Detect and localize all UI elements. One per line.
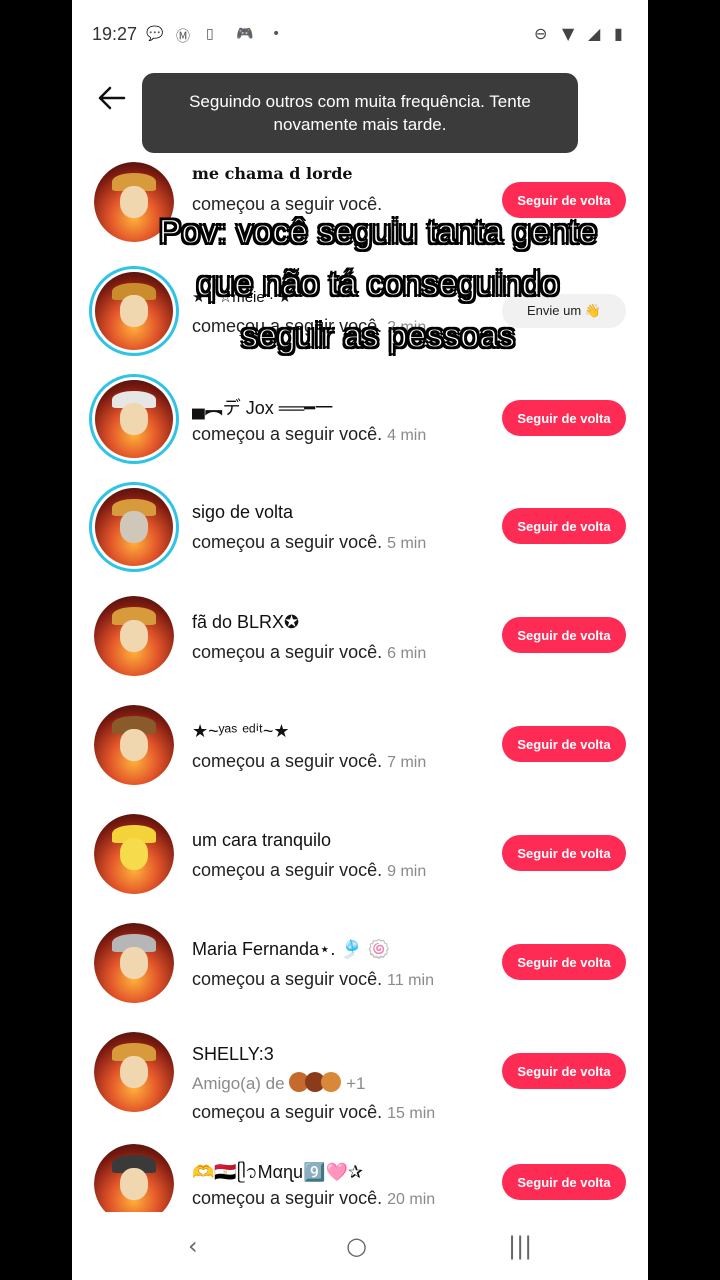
phone-screen: 19:27 💬 Ⓜ ▯ 🎮 • ⊖ ▼ ◢ ▮ me chama d lorde… — [72, 0, 648, 1280]
follow-back-button[interactable]: Seguir de volta — [502, 400, 626, 436]
caption-overlay: Pov: você seguiu tanta gente que não tá … — [72, 206, 648, 362]
avatar[interactable] — [89, 482, 179, 572]
list-item[interactable]: ★~ʸᵃˢ ᵉᵈⁱᵗ~★ começou a seguir você. 7 mi… — [72, 701, 648, 809]
follow-back-button[interactable]: Seguir de volta — [502, 1164, 626, 1200]
activity-text: começou a seguir você. 6 min — [192, 642, 427, 662]
battery-icon: ▮ — [614, 24, 623, 43]
username[interactable]: me chama d lorde — [192, 164, 353, 183]
motorola-icon: Ⓜ — [176, 29, 190, 45]
chat-bubble-icon: 💬 — [146, 26, 164, 42]
activity-text: começou a seguir você. 9 min — [192, 860, 427, 880]
back-triangle-icon[interactable]: ‹ — [188, 1232, 198, 1260]
follow-back-button[interactable]: Seguir de volta — [502, 508, 626, 544]
status-time: 19:27 — [92, 24, 138, 44]
gamepad-icon: 🎮 — [236, 26, 254, 42]
follow-back-button[interactable]: Seguir de volta — [502, 835, 626, 871]
recents-icon[interactable]: ||| — [508, 1232, 532, 1260]
list-item[interactable]: SHELLY:3 Amigo(a) de +1 começou a seguir… — [72, 1028, 648, 1136]
caption-line: que não tá conseguindo — [196, 264, 560, 304]
dot-icon: • — [272, 26, 281, 42]
caption-line: seguir as pessoas — [240, 316, 516, 356]
list-item[interactable]: fã do BLRX✪ começou a seguir você. 6 min… — [72, 592, 648, 700]
toast-text: Seguindo outros com muita frequência. Te… — [189, 92, 531, 134]
activity-text: começou a seguir você. 5 min — [192, 532, 427, 552]
mutual-avatars — [289, 1072, 342, 1097]
username[interactable]: ▄︻デ Jox ══━一 — [192, 394, 333, 420]
avatar[interactable] — [94, 705, 174, 785]
list-item[interactable]: sigo de volta começou a seguir você. 5 m… — [72, 482, 648, 590]
back-button[interactable] — [94, 80, 130, 116]
system-nav-bar: ‹ ○ ||| — [72, 1212, 648, 1280]
avatar[interactable] — [94, 923, 174, 1003]
activity-text: começou a seguir você. 11 min — [192, 969, 434, 989]
avatar[interactable] — [94, 814, 174, 894]
follow-back-button[interactable]: Seguir de volta — [502, 944, 626, 980]
activity-text: começou a seguir você. 7 min — [192, 751, 427, 771]
username[interactable]: um cara tranquilo — [192, 830, 331, 851]
list-item[interactable]: Maria Fernanda⋆. 🎐 🍥 começou a seguir vo… — [72, 919, 648, 1027]
dnd-icon: ⊖ — [534, 24, 548, 43]
activity-text: começou a seguir você. 20 min — [192, 1188, 436, 1208]
activity-text: começou a seguir você. 15 min — [192, 1102, 436, 1122]
username[interactable]: ★~ʸᵃˢ ᵉᵈⁱᵗ~★ — [192, 721, 290, 742]
signal-icon: ◢ — [588, 24, 601, 43]
caption-line: Pov: você seguiu tanta gente — [158, 212, 598, 252]
mutual-friends[interactable]: Amigo(a) de +1 — [192, 1072, 365, 1097]
phone-icon: ▯ — [206, 26, 214, 42]
avatar[interactable] — [94, 1032, 174, 1112]
home-circle-icon[interactable]: ○ — [346, 1232, 367, 1260]
username[interactable]: SHELLY:3 — [192, 1044, 274, 1065]
follow-back-button[interactable]: Seguir de volta — [502, 1053, 626, 1089]
username[interactable]: fã do BLRX✪ — [192, 612, 299, 633]
list-item[interactable]: ▄︻デ Jox ══━一 começou a seguir você. 4 mi… — [72, 374, 648, 482]
username[interactable]: sigo de volta — [192, 502, 293, 523]
avatar[interactable] — [89, 374, 179, 464]
username[interactable]: Maria Fernanda⋆. 🎐 🍥 — [192, 939, 390, 960]
list-item[interactable]: um cara tranquilo começou a seguir você.… — [72, 810, 648, 918]
avatar[interactable] — [94, 596, 174, 676]
rate-limit-toast: Seguindo outros com muita frequência. Te… — [142, 73, 578, 153]
arrow-left-icon — [98, 86, 126, 110]
follow-back-button[interactable]: Seguir de volta — [502, 617, 626, 653]
status-bar: 19:27 💬 Ⓜ ▯ 🎮 • ⊖ ▼ ◢ ▮ — [72, 0, 648, 70]
wifi-icon: ▼ — [562, 24, 575, 43]
follow-back-button[interactable]: Seguir de volta — [502, 726, 626, 762]
activity-text: começou a seguir você. 4 min — [192, 424, 427, 444]
